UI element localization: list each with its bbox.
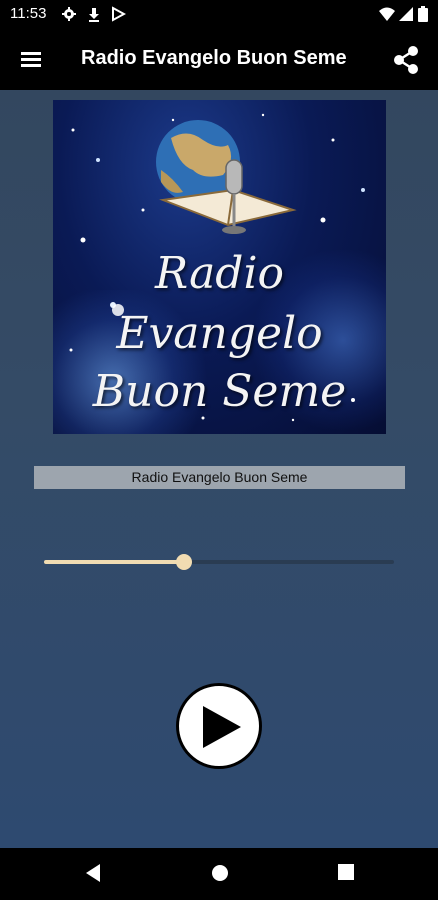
- play-button[interactable]: [176, 683, 262, 769]
- status-bar: 11:53: [0, 0, 438, 28]
- station-name-label: Radio Evangelo Buon Seme: [34, 466, 405, 489]
- signal-icon: [399, 7, 413, 21]
- play-store-icon: [112, 6, 126, 22]
- status-time: 11:53: [10, 5, 47, 22]
- app-bar: Radio Evangelo Buon Seme: [0, 28, 438, 90]
- artwork-line-2: Evangelo: [116, 308, 323, 359]
- app-title: Radio Evangelo Buon Seme: [81, 47, 347, 69]
- back-icon[interactable]: [84, 863, 102, 883]
- artwork-line-1: Radio: [154, 248, 285, 299]
- download-icon: [89, 8, 99, 22]
- battery-icon: [418, 6, 428, 22]
- volume-slider[interactable]: [44, 554, 394, 570]
- player-screen: Radio Evangelo Buon Seme Radio Evangelo …: [0, 90, 438, 848]
- gear-icon: [62, 7, 76, 21]
- station-artwork: Radio Evangelo Buon Seme: [53, 100, 386, 434]
- home-icon[interactable]: [210, 863, 230, 883]
- share-icon[interactable]: [388, 42, 424, 78]
- wifi-icon: [379, 7, 395, 21]
- artwork-line-3: Buon Seme: [92, 366, 347, 417]
- play-icon: [203, 706, 241, 748]
- system-nav-bar: [0, 848, 438, 900]
- volume-slider-thumb[interactable]: [176, 554, 192, 570]
- hamburger-menu-icon[interactable]: [14, 42, 48, 76]
- recents-icon[interactable]: [337, 863, 355, 881]
- volume-slider-fill: [44, 560, 184, 564]
